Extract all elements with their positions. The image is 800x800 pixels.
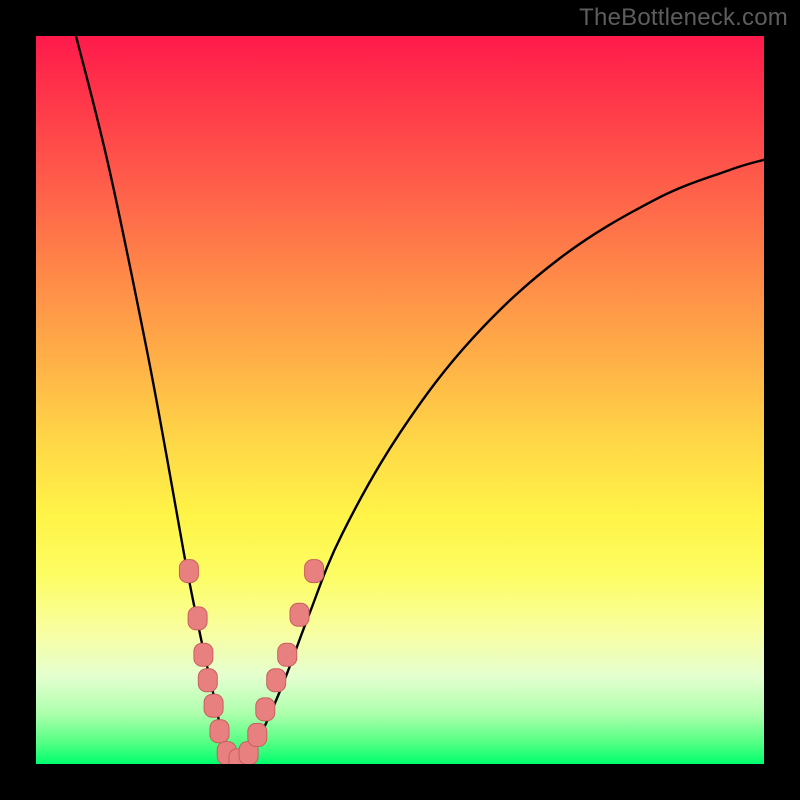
plot-area [36,36,764,764]
curve-marker [248,723,267,746]
curve-marker [179,560,198,583]
curve-marker [256,698,275,721]
marker-layer [179,560,323,764]
curve-marker [204,694,223,717]
curve-marker [305,560,324,583]
watermark-text: TheBottleneck.com [579,4,788,32]
curve-marker [188,607,207,630]
chart-svg [36,36,764,764]
curve-marker [198,669,217,692]
curve-marker [194,643,213,666]
outer-frame: TheBottleneck.com [0,0,800,800]
curve-marker [210,720,229,743]
curve-marker [278,643,297,666]
bottleneck-curve [76,36,764,760]
curve-marker [267,669,286,692]
curve-marker [290,603,309,626]
curve-layer [76,36,764,760]
